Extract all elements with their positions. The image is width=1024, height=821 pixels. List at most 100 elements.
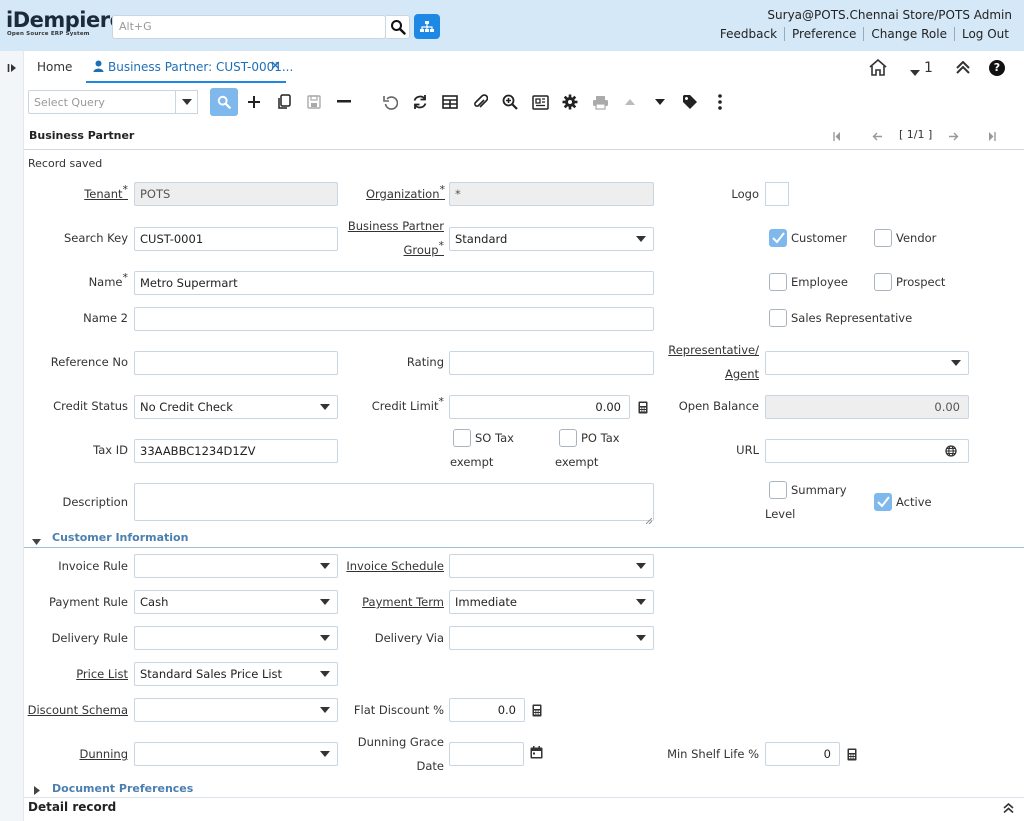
representative-dropdown-button[interactable] <box>945 351 967 375</box>
next-record-icon[interactable] <box>651 93 669 111</box>
save-icon[interactable] <box>305 93 323 111</box>
so-tax-exempt-checkbox[interactable] <box>453 429 471 447</box>
reference-no-field[interactable] <box>134 351 338 375</box>
vendor-checkbox[interactable] <box>874 229 892 247</box>
name-field[interactable]: Metro Supermart <box>134 271 654 295</box>
grid-toggle-icon[interactable] <box>441 93 459 111</box>
tax-id-field[interactable]: 33AABBC1234D1ZV <box>134 439 338 463</box>
sales-rep-checkbox[interactable] <box>769 309 787 327</box>
payment-term-dropdown-button[interactable] <box>630 590 652 614</box>
last-record-icon[interactable] <box>988 130 996 144</box>
feedback-link[interactable]: Feedback <box>713 27 786 41</box>
calculator-icon[interactable] <box>637 400 649 414</box>
query-button[interactable] <box>210 88 238 116</box>
window-list-dropdown[interactable] <box>910 65 920 79</box>
employee-checkbox[interactable] <box>769 273 787 291</box>
dunning-select[interactable] <box>134 742 338 766</box>
logo-image-field[interactable] <box>765 182 789 206</box>
chevron-down-icon <box>636 236 646 242</box>
delivery-via-select[interactable] <box>449 626 654 650</box>
chevron-right-icon[interactable] <box>34 784 40 798</box>
credit-limit-field[interactable]: 0.00 <box>449 395 630 419</box>
invoice-schedule-select[interactable] <box>449 554 654 578</box>
invoice-rule-dropdown-button[interactable] <box>314 554 336 578</box>
collapse-up-icon[interactable] <box>956 60 970 77</box>
home-icon[interactable] <box>869 58 887 79</box>
payment-rule-select[interactable]: Cash <box>134 590 338 614</box>
customer-information-title[interactable]: Customer Information <box>52 531 188 544</box>
global-search-input[interactable]: Alt+G <box>112 15 386 39</box>
tab-business-partner[interactable]: Business Partner: CUST-0001... <box>108 60 293 74</box>
undo-icon[interactable] <box>381 93 399 111</box>
tag-icon[interactable] <box>681 93 699 111</box>
next-page-icon[interactable] <box>949 130 959 144</box>
help-icon[interactable]: ? <box>989 60 1005 76</box>
tab-home[interactable]: Home <box>37 60 72 74</box>
previous-record-icon[interactable] <box>621 93 639 111</box>
url-field[interactable] <box>765 439 969 463</box>
credit-status-dropdown-button[interactable] <box>314 395 336 419</box>
calculator-icon[interactable] <box>846 747 858 761</box>
expand-panel-icon[interactable] <box>7 62 17 76</box>
tenant-field[interactable]: POTS <box>134 182 338 206</box>
report-icon[interactable] <box>531 93 549 111</box>
delivery-rule-dropdown-button[interactable] <box>314 626 336 650</box>
sitemap-button[interactable] <box>414 14 440 39</box>
print-icon[interactable] <box>591 93 609 111</box>
credit-status-select[interactable]: No Credit Check <box>134 395 338 419</box>
dunning-grace-date-field[interactable] <box>449 742 524 766</box>
delivery-via-dropdown-button[interactable] <box>630 626 652 650</box>
select-query-dropdown[interactable]: Select Query <box>28 90 198 114</box>
representative-select[interactable] <box>765 351 969 375</box>
flat-discount-field[interactable]: 0.0 <box>449 698 525 722</box>
logout-link[interactable]: Log Out <box>955 27 1016 41</box>
zoom-across-icon[interactable] <box>501 93 519 111</box>
invoice-schedule-dropdown-button[interactable] <box>630 554 652 578</box>
name2-field[interactable] <box>134 307 654 331</box>
calendar-icon[interactable] <box>530 746 543 762</box>
resize-handle-icon[interactable] <box>645 513 653 527</box>
organization-field[interactable]: * <box>449 182 654 206</box>
refresh-icon[interactable] <box>411 93 429 111</box>
price-list-dropdown-button[interactable] <box>314 662 336 686</box>
min-shelf-life-field[interactable]: 0 <box>765 742 840 766</box>
rating-field[interactable] <box>449 351 654 375</box>
payment-term-select[interactable]: Immediate <box>449 590 654 614</box>
description-textarea[interactable] <box>134 483 654 521</box>
first-record-icon[interactable] <box>833 130 841 144</box>
open-balance-field[interactable]: 0.00 <box>765 395 969 419</box>
prospect-checkbox[interactable] <box>874 273 892 291</box>
discount-schema-dropdown-button[interactable] <box>314 698 336 722</box>
copy-record-icon[interactable] <box>275 93 293 111</box>
select-query-dropdown-button[interactable] <box>175 90 198 114</box>
delivery-rule-select[interactable] <box>134 626 338 650</box>
change-role-link[interactable]: Change Role <box>864 27 955 41</box>
bp-group-select[interactable]: Standard <box>449 227 654 251</box>
previous-page-icon[interactable] <box>872 130 882 144</box>
active-checkbox[interactable] <box>874 493 892 511</box>
new-record-icon[interactable] <box>245 93 263 111</box>
preference-link[interactable]: Preference <box>785 27 865 41</box>
invoice-rule-select[interactable] <box>134 554 338 578</box>
bp-group-dropdown-button[interactable] <box>630 227 652 251</box>
dunning-dropdown-button[interactable] <box>314 742 336 766</box>
customer-checkbox[interactable] <box>769 229 787 247</box>
chevron-down-icon[interactable] <box>32 534 41 548</box>
search-button[interactable] <box>386 15 410 39</box>
po-tax-exempt-checkbox[interactable] <box>559 429 577 447</box>
document-preferences-title[interactable]: Document Preferences <box>52 782 193 795</box>
payment-rule-dropdown-button[interactable] <box>314 590 336 614</box>
tax-id-label: Tax ID <box>93 443 128 457</box>
globe-icon[interactable] <box>945 445 957 460</box>
expand-detail-icon[interactable] <box>1003 802 1014 816</box>
calculator-icon[interactable] <box>531 703 543 717</box>
more-options-icon[interactable] <box>711 93 729 111</box>
price-list-select[interactable]: Standard Sales Price List <box>134 662 338 686</box>
discount-schema-select[interactable] <box>134 698 338 722</box>
close-tab-icon[interactable]: ✕ <box>270 60 281 74</box>
attachment-icon[interactable] <box>471 93 489 111</box>
summary-level-checkbox[interactable] <box>769 481 787 499</box>
delete-record-icon[interactable] <box>335 93 353 111</box>
gear-icon[interactable] <box>561 93 579 111</box>
search-key-field[interactable]: CUST-0001 <box>134 227 338 251</box>
